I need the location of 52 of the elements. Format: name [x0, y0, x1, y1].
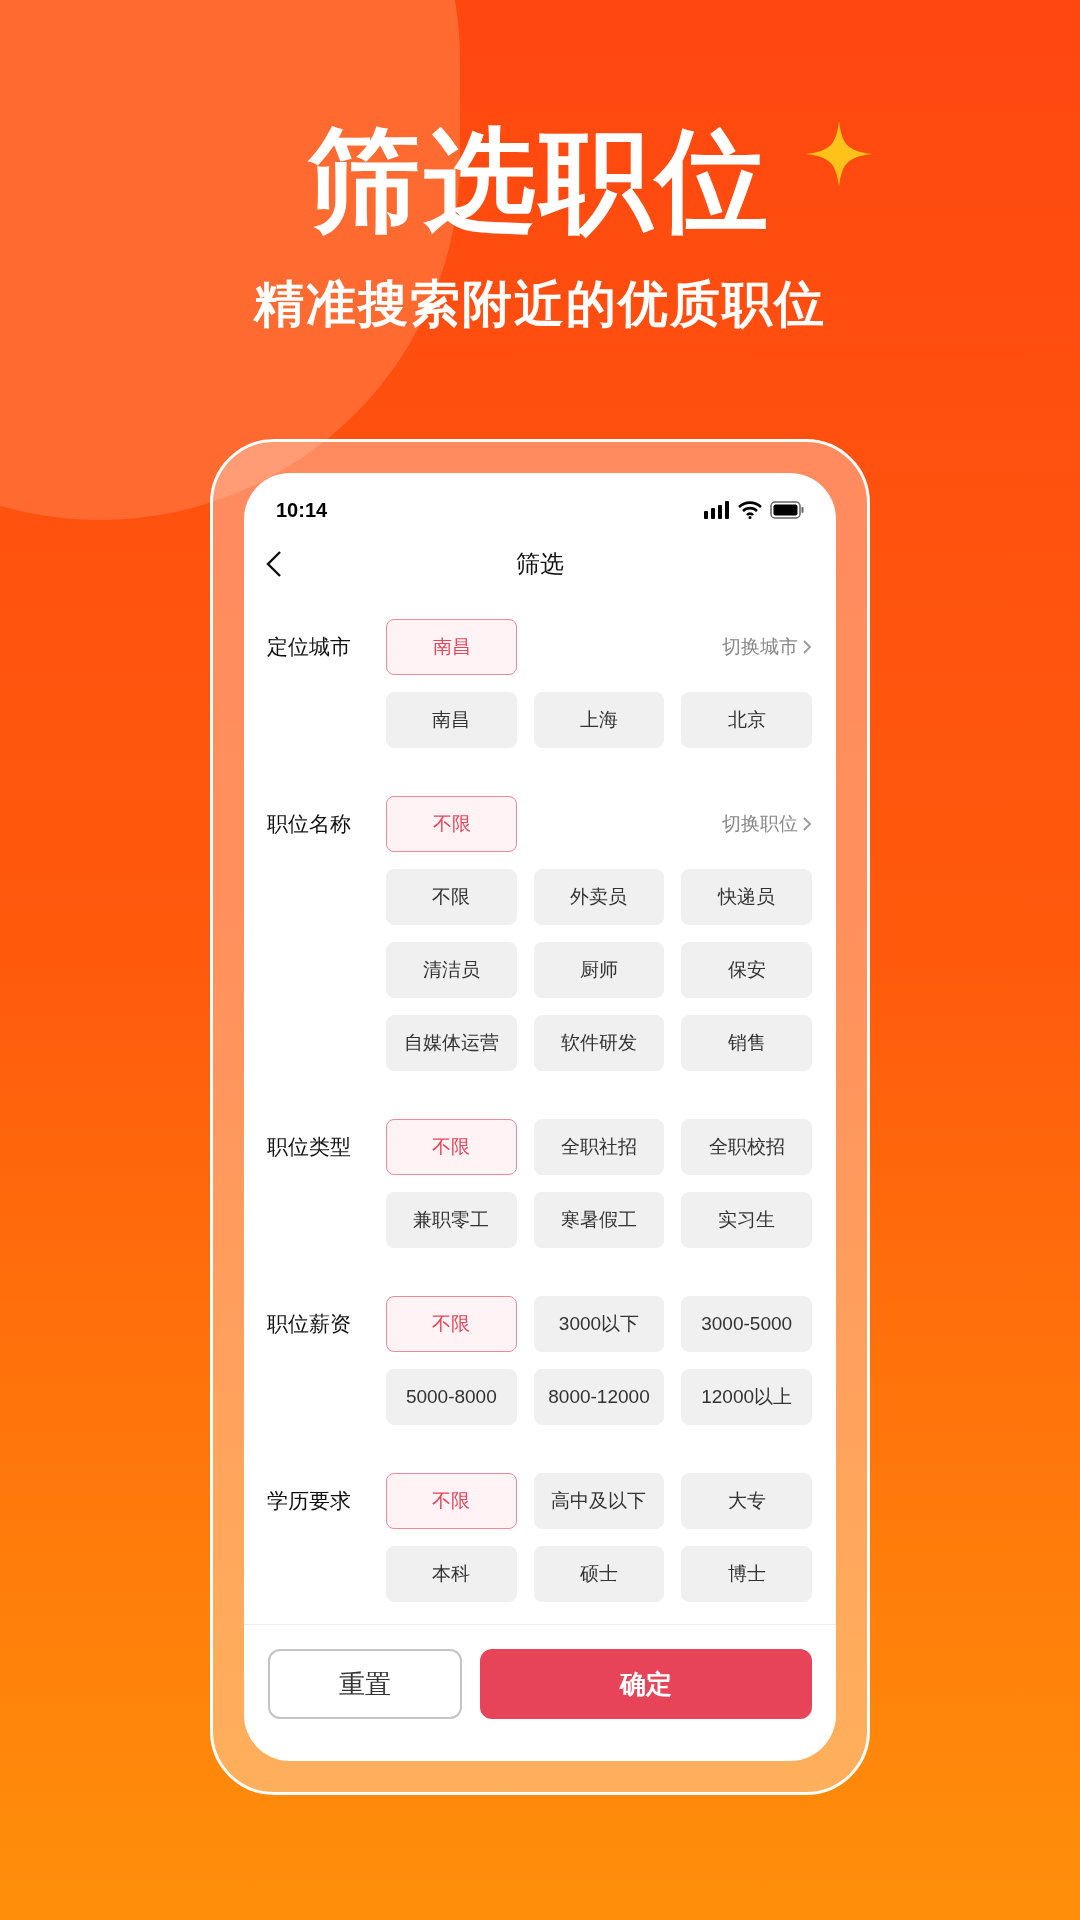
- filter-chip[interactable]: 快递员: [681, 869, 812, 925]
- filter-chip[interactable]: 不限: [386, 1473, 517, 1529]
- filter-chip[interactable]: 北京: [681, 692, 812, 748]
- sparkle-icon: [806, 121, 872, 187]
- section-label: 职位薪资: [267, 1311, 351, 1338]
- filter-chip[interactable]: 实习生: [681, 1192, 812, 1248]
- section-label: 学历要求: [267, 1488, 351, 1515]
- filter-chip[interactable]: 软件研发: [533, 1015, 665, 1071]
- chevron-right-icon: [802, 816, 812, 832]
- headline: 筛选职位: [308, 125, 772, 237]
- filter-chip[interactable]: 保安: [681, 942, 812, 998]
- switch-link[interactable]: 切换职位: [722, 809, 812, 839]
- filter-chip[interactable]: 硕士: [533, 1546, 665, 1602]
- filter-chip[interactable]: 清洁员: [386, 942, 517, 998]
- filter-chip[interactable]: 全职校招: [681, 1119, 812, 1175]
- battery-icon: [770, 501, 804, 519]
- section-label: 职位类型: [267, 1134, 351, 1161]
- filter-chip[interactable]: 南昌: [386, 692, 517, 748]
- filter-chip[interactable]: 厨师: [533, 942, 665, 998]
- filter-chip[interactable]: 上海: [533, 692, 665, 748]
- section-label: 职位名称: [267, 811, 351, 838]
- section-label: 定位城市: [267, 634, 351, 661]
- filter-chip[interactable]: 博士: [681, 1546, 812, 1602]
- nav-title: 筛选: [516, 549, 564, 579]
- filter-chip[interactable]: 5000-8000: [386, 1369, 517, 1425]
- subtitle: 精准搜索附近的优质职位: [254, 279, 826, 329]
- filter-chip[interactable]: 不限: [386, 869, 517, 925]
- signal-icon: [704, 501, 730, 519]
- filter-chip[interactable]: 寒暑假工: [533, 1192, 665, 1248]
- status-time: 10:14: [276, 498, 328, 523]
- filter-chip[interactable]: 南昌: [386, 619, 517, 675]
- filter-chip[interactable]: 本科: [386, 1546, 517, 1602]
- filter-chip[interactable]: 12000以上: [681, 1369, 812, 1425]
- filter-chip[interactable]: 全职社招: [533, 1119, 665, 1175]
- filter-chip[interactable]: 高中及以下: [533, 1473, 665, 1529]
- filter-chip[interactable]: 大专: [681, 1473, 812, 1529]
- filter-chip[interactable]: 自媒体运营: [386, 1015, 517, 1071]
- filter-chip[interactable]: 销售: [681, 1015, 812, 1071]
- filter-chip[interactable]: 不限: [386, 1296, 517, 1352]
- filter-chip[interactable]: 外卖员: [533, 869, 665, 925]
- back-icon[interactable]: [266, 550, 282, 578]
- switch-link[interactable]: 切换城市: [722, 632, 812, 662]
- filter-chip[interactable]: 不限: [386, 796, 517, 852]
- filter-chip[interactable]: 不限: [386, 1119, 517, 1175]
- wifi-icon: [738, 501, 762, 519]
- filter-chip[interactable]: 8000-12000: [533, 1369, 665, 1425]
- filter-chip[interactable]: 3000-5000: [681, 1296, 812, 1352]
- chevron-right-icon: [802, 639, 812, 655]
- filter-chip[interactable]: 3000以下: [533, 1296, 665, 1352]
- reset-button[interactable]: 重置: [268, 1649, 462, 1719]
- filter-chip[interactable]: 兼职零工: [386, 1192, 517, 1248]
- confirm-button[interactable]: 确定: [480, 1649, 812, 1719]
